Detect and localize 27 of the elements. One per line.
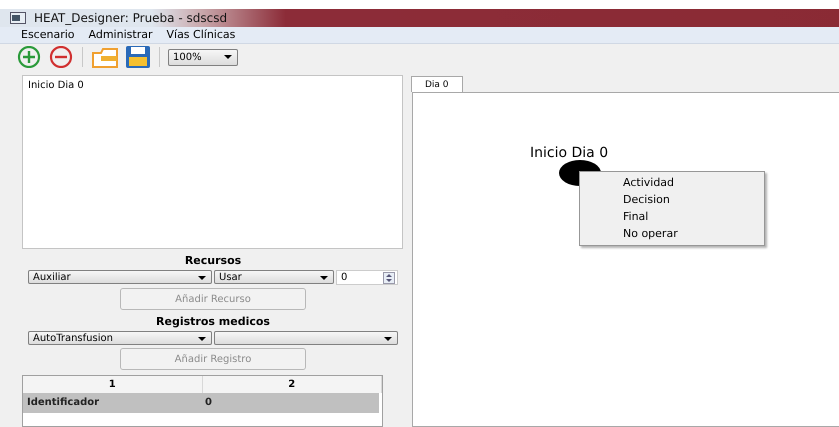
menu-item[interactable]: Decision bbox=[580, 191, 764, 208]
scenario-list[interactable]: Inicio Dia 0 bbox=[22, 75, 403, 249]
table-cell-text: 0 bbox=[204, 396, 213, 410]
list-item[interactable]: Inicio Dia 0 bbox=[28, 80, 397, 91]
node-label: Inicio Dia 0 bbox=[530, 145, 608, 161]
menu-item[interactable]: Escenario bbox=[14, 27, 82, 43]
action-dropdown[interactable]: Usar bbox=[214, 270, 334, 284]
save-icon[interactable] bbox=[125, 45, 151, 69]
section-title: Registros medicos bbox=[155, 315, 271, 328]
window-title: HEAT_Designer: Prueba - sdscsd bbox=[34, 11, 228, 25]
table-cell-text: Identificador bbox=[26, 396, 100, 410]
tab[interactable]: Dia 0 bbox=[411, 76, 463, 92]
add-icon[interactable] bbox=[16, 46, 42, 68]
menu-item[interactable]: Final bbox=[580, 208, 764, 225]
menu-item[interactable]: Vías Clínicas bbox=[159, 27, 242, 43]
menu-item[interactable]: Actividad bbox=[580, 174, 764, 191]
section-title: Recursos bbox=[184, 254, 242, 267]
resource-dropdown[interactable]: Auxiliar bbox=[28, 270, 212, 284]
spin-arrows-icon[interactable] bbox=[383, 272, 395, 284]
record-dropdown[interactable]: AutoTransfusion bbox=[28, 331, 212, 345]
remove-icon[interactable] bbox=[48, 46, 74, 68]
menu-item[interactable]: Administrar bbox=[82, 27, 160, 43]
zoom-dropdown[interactable]: 100% bbox=[168, 48, 238, 66]
quantity-spinbox[interactable]: 0 bbox=[336, 270, 398, 285]
record-value-dropdown[interactable] bbox=[214, 331, 398, 345]
window-icon bbox=[10, 12, 26, 24]
menu-item[interactable]: No operar bbox=[580, 225, 764, 242]
